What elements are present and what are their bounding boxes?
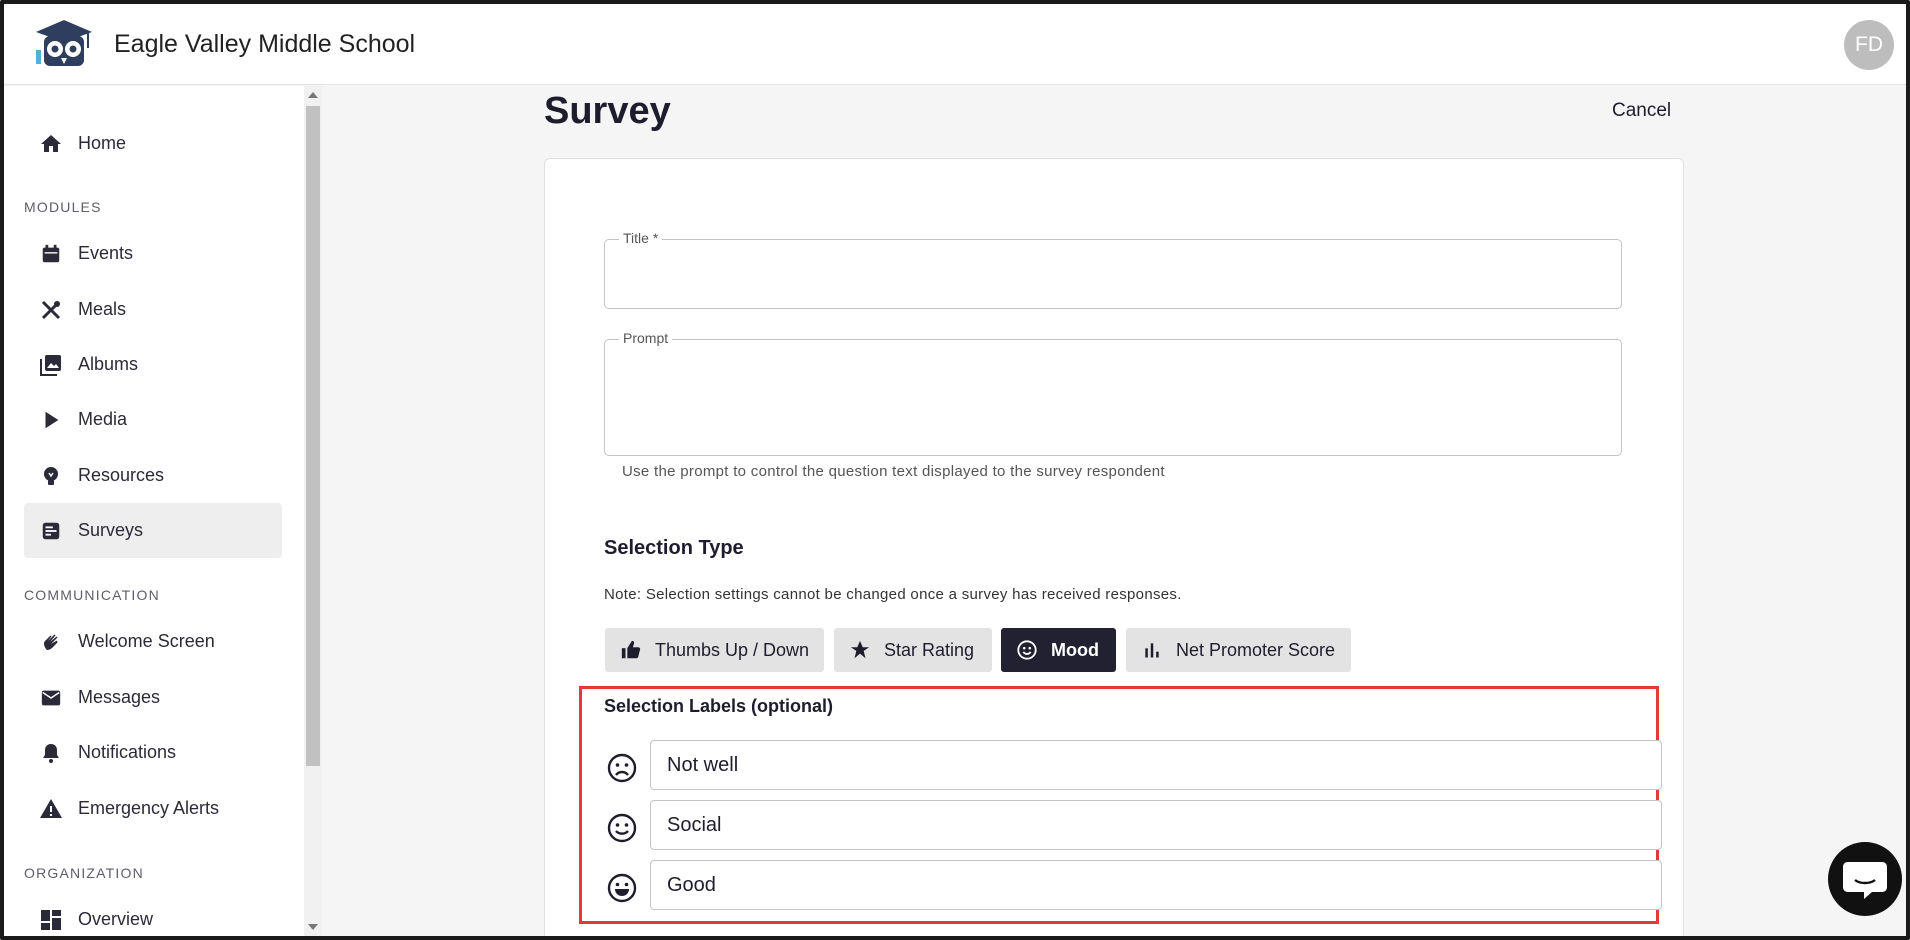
sidebar-item-emergency-alerts[interactable]: Emergency Alerts [24, 781, 282, 836]
sidebar-item-home[interactable]: Home [24, 116, 282, 171]
selection-type-title: Selection Type [604, 537, 744, 559]
home-icon [36, 129, 66, 159]
photo-library-icon [36, 350, 66, 380]
prompt-field[interactable]: Prompt [604, 330, 1622, 456]
school-logo-icon [36, 20, 92, 66]
bell-icon [36, 738, 66, 768]
sidebar-item-overview[interactable]: Overview [24, 892, 282, 936]
utensils-icon [36, 295, 66, 325]
lightbulb-icon [36, 461, 66, 491]
star-rating-button[interactable]: Star Rating [834, 628, 992, 672]
section-heading-organization: ORGANIZATION [24, 865, 144, 881]
waving-hand-icon [36, 627, 66, 657]
selection-label-input-2[interactable]: Social [650, 800, 1662, 850]
prompt-field-label: Prompt [619, 330, 673, 346]
bar-chart-icon [1140, 638, 1164, 662]
sidebar-item-resources[interactable]: Resources [24, 448, 282, 503]
mail-icon [36, 683, 66, 713]
sidebar-item-label: Emergency Alerts [78, 798, 220, 818]
sidebar-item-surveys[interactable]: Surveys [24, 503, 282, 558]
sidebar-item-albums[interactable]: Albums [24, 337, 282, 392]
star-icon [848, 638, 872, 662]
sidebar-item-label: Albums [78, 354, 139, 374]
thumbs-up-down-button[interactable]: Thumbs Up / Down [605, 628, 824, 672]
section-heading-modules: MODULES [24, 199, 102, 215]
warning-icon [36, 794, 66, 824]
mood-button[interactable]: Mood [1001, 628, 1116, 672]
selection-label-input-3[interactable]: Good [650, 860, 1662, 910]
happy-face-icon [607, 873, 637, 903]
sidebar-item-notifications[interactable]: Notifications [24, 725, 282, 780]
button-label: Thumbs Up / Down [655, 639, 810, 660]
sidebar-item-events[interactable]: Events [24, 226, 282, 281]
user-avatar[interactable]: FD [1844, 20, 1894, 70]
sidebar-item-meals[interactable]: Meals [24, 282, 282, 337]
cancel-button[interactable]: Cancel [1612, 100, 1671, 122]
calendar-icon [36, 239, 66, 269]
sidebar-item-label: Media [78, 409, 128, 429]
sidebar-item-media[interactable]: Media [24, 392, 282, 447]
survey-icon [36, 516, 66, 546]
sidebar-item-label: Surveys [78, 520, 144, 540]
sidebar-item-label: Meals [78, 299, 127, 319]
dashboard-icon [36, 905, 66, 935]
scroll-up-arrow-icon[interactable] [308, 92, 318, 98]
selection-note: Note: Selection settings cannot be chang… [604, 586, 1182, 603]
section-heading-communication: COMMUNICATION [24, 587, 160, 603]
sidebar-item-label: Resources [78, 465, 165, 485]
page-title: Survey [544, 90, 671, 132]
net-promoter-score-button[interactable]: Net Promoter Score [1126, 628, 1351, 672]
sidebar-item-label: Messages [78, 687, 161, 707]
play-icon [36, 405, 66, 435]
sidebar-item-label: Overview [78, 909, 154, 929]
sidebar: Home MODULES Events Meals Albums Media R… [4, 86, 304, 936]
sidebar-item-label: Home [78, 133, 127, 153]
thumbs-up-icon [619, 638, 643, 662]
title-field[interactable]: Title * [604, 230, 1622, 309]
chat-bubble-icon [1843, 862, 1887, 899]
sidebar-item-label: Events [78, 243, 134, 263]
button-label: Net Promoter Score [1176, 639, 1336, 660]
sidebar-item-welcome-screen[interactable]: Welcome Screen [24, 614, 282, 669]
selection-labels-title: Selection Labels (optional) [604, 696, 834, 716]
scroll-thumb[interactable] [306, 106, 320, 766]
title-field-label: Title * [619, 230, 663, 246]
top-bar: Eagle Valley Middle School FD [0, 0, 1910, 85]
sidebar-item-messages[interactable]: Messages [24, 670, 282, 725]
sidebar-item-label: Welcome Screen [78, 631, 215, 651]
button-label: Star Rating [884, 639, 975, 660]
neutral-smile-icon [607, 813, 637, 843]
prompt-helper-text: Use the prompt to control the question t… [622, 463, 1165, 480]
sad-face-icon [607, 753, 637, 783]
smiley-icon [1015, 638, 1039, 662]
sidebar-item-label: Notifications [78, 742, 177, 762]
sidebar-scrollbar[interactable] [304, 86, 322, 936]
chat-launcher-button[interactable] [1828, 842, 1902, 916]
selection-label-input-1[interactable]: Not well [650, 740, 1662, 790]
school-name: Eagle Valley Middle School [114, 30, 416, 58]
button-label: Mood [1051, 639, 1099, 660]
scroll-down-arrow-icon[interactable] [308, 924, 318, 930]
